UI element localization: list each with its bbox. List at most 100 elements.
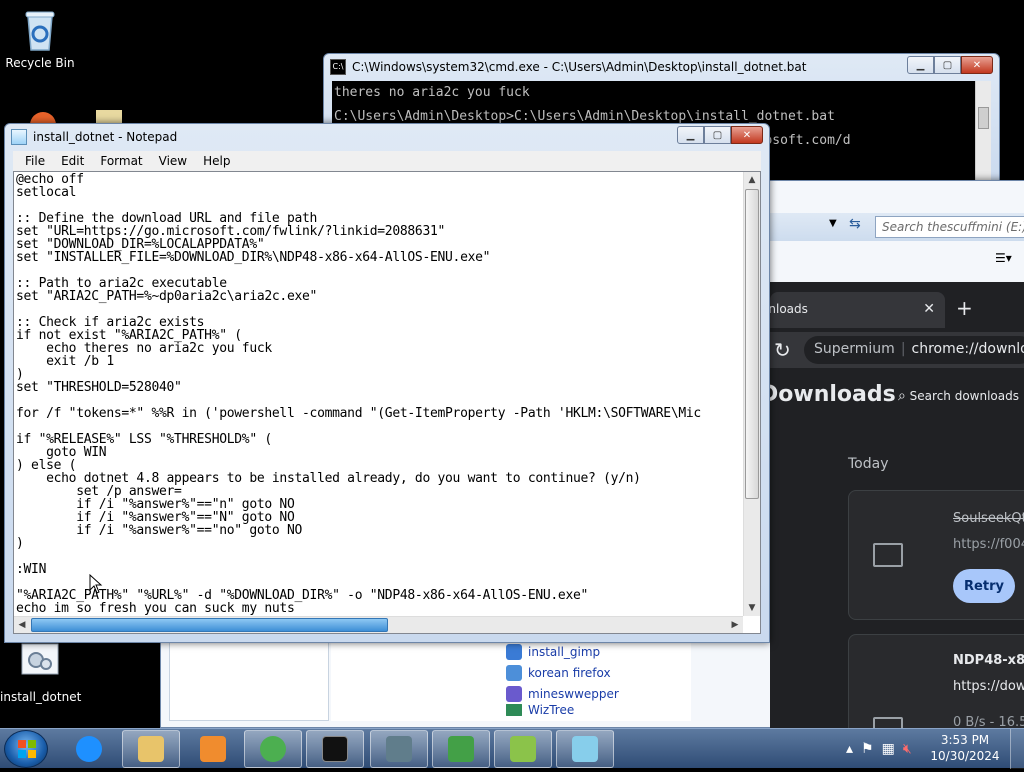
taskbar: ▴ ⚑ ▦ 🔇︎ 3:53 PM 10/30/2024 — [0, 728, 1024, 769]
download-name[interactable]: NDP48-x86- — [953, 653, 1024, 668]
package-installer-icon — [448, 736, 474, 762]
download-item[interactable]: SoulseekQt- https://f004 Retry — [848, 490, 1024, 620]
desktop-icon-label: install_dotnet — [0, 690, 82, 704]
batch-file-icon — [506, 643, 522, 660]
browser-toolbar: ↻ Supermium | chrome://downloads — [770, 332, 1024, 368]
notepad-icon — [572, 736, 598, 762]
desktop-icon-label: Recycle Bin — [5, 56, 75, 70]
download-name[interactable]: SoulseekQt- — [953, 511, 1024, 526]
vertical-scrollbar[interactable]: ▲ ▼ — [743, 172, 760, 616]
close-button[interactable]: ✕ — [961, 56, 993, 74]
browser-icon — [260, 736, 286, 762]
windows-logo-icon — [18, 740, 36, 758]
menu-format[interactable]: Format — [92, 154, 150, 168]
refresh-icon[interactable]: ⇆ — [849, 216, 861, 232]
network-icon[interactable]: ▦ — [882, 741, 895, 757]
volume-muted-icon[interactable]: 🔇︎ — [903, 741, 912, 757]
batch-file-icon — [506, 685, 522, 702]
scroll-down-arrow-icon[interactable]: ▼ — [744, 600, 760, 616]
notepad-plus-plus-icon — [510, 736, 536, 762]
retry-button[interactable]: Retry — [953, 569, 1015, 603]
menu-view[interactable]: View — [151, 154, 195, 168]
notepad-title: install_dotnet - Notepad — [33, 130, 178, 144]
minimize-button[interactable]: ▁ — [677, 126, 704, 144]
menu-file[interactable]: File — [17, 154, 53, 168]
taskbar-remote-desktop[interactable] — [370, 730, 428, 768]
cmd-title: C:\Windows\system32\cmd.exe - C:\Users\A… — [352, 60, 807, 74]
batch-file-icon — [506, 704, 522, 716]
file-name: WizTree — [528, 704, 575, 716]
desktop-icon-recycle-bin[interactable]: Recycle Bin — [0, 8, 80, 70]
taskbar-command-prompt[interactable] — [306, 730, 364, 768]
file-name: korean firefox — [528, 665, 611, 680]
action-center-flag-icon[interactable]: ⚑ — [861, 741, 874, 757]
vertical-scroll-thumb[interactable] — [745, 189, 759, 499]
editor[interactable]: @echo off setlocal :: Define the downloa… — [13, 171, 761, 634]
dropdown-arrow-icon[interactable]: ▼ — [829, 218, 837, 229]
notepad-titlebar[interactable]: install_dotnet - Notepad — [5, 124, 769, 150]
taskbar-notepad[interactable] — [556, 730, 614, 768]
address-bar[interactable]: Supermium | chrome://downloads — [804, 336, 1024, 364]
reload-icon[interactable]: ↻ — [774, 338, 791, 362]
remote-desktop-icon — [386, 736, 412, 762]
taskbar-supermium-browser[interactable] — [244, 730, 302, 768]
downloads-search[interactable]: ⌕ Search downloads — [898, 388, 1019, 404]
explorer-search-input[interactable]: Search thescuffmini (E:) — [875, 216, 1024, 238]
download-url[interactable]: https://dow — [953, 679, 1024, 694]
file-item[interactable]: install_gimp — [506, 641, 686, 662]
command-prompt-icon — [322, 736, 348, 762]
batch-file-icon — [506, 664, 522, 681]
file-item[interactable]: mineswwepper — [506, 683, 686, 704]
cmd-scrollbar[interactable] — [975, 81, 991, 192]
menu-edit[interactable]: Edit — [53, 154, 92, 168]
maximize-button[interactable]: ▢ — [704, 126, 731, 144]
explorer-file-list: install_gimp korean firefox mineswwepper… — [506, 641, 686, 716]
maximize-button[interactable]: ▢ — [934, 56, 961, 74]
notepad-window[interactable]: install_dotnet - Notepad ▁ ▢ ✕ File Edit… — [4, 123, 770, 643]
taskbar-clock[interactable]: 3:53 PM 10/30/2024 — [930, 732, 1000, 764]
scroll-left-arrow-icon[interactable]: ◀ — [14, 617, 30, 633]
clock-date: 10/30/2024 — [930, 749, 1000, 763]
menu-bar: File Edit Format View Help — [13, 151, 761, 171]
cmd-icon: C:\ — [330, 59, 346, 75]
taskbar-notepad-plus-plus[interactable] — [494, 730, 552, 768]
tab-downloads[interactable]: Downloads ✕ — [742, 292, 945, 328]
omnibox-separator: | — [900, 341, 906, 357]
show-desktop-button[interactable] — [1010, 729, 1024, 769]
close-tab-icon[interactable]: ✕ — [923, 301, 935, 317]
close-button[interactable]: ✕ — [731, 126, 763, 144]
scroll-up-arrow-icon[interactable]: ▲ — [744, 172, 760, 188]
clock-time: 3:53 PM — [940, 733, 990, 747]
cmd-titlebar[interactable]: C:\ C:\Windows\system32\cmd.exe - C:\Use… — [324, 54, 999, 80]
taskbar-package-installer[interactable] — [432, 730, 490, 768]
section-today: Today — [848, 456, 889, 472]
scroll-right-arrow-icon[interactable]: ▶ — [727, 617, 743, 633]
editor-text[interactable]: @echo off setlocal :: Define the downloa… — [16, 173, 742, 615]
file-name: install_gimp — [528, 644, 601, 659]
notepad-icon — [11, 129, 27, 145]
desktop-icon-install-dotnet[interactable]: install_dotnet — [0, 642, 82, 704]
new-tab-button[interactable]: + — [956, 296, 973, 320]
recycle-bin-icon — [20, 8, 60, 52]
omnibox-url: chrome://downloads — [911, 341, 1024, 357]
search-icon: ⌕ — [898, 388, 906, 404]
media-player-icon — [200, 736, 226, 762]
omnibox-host: Supermium — [814, 341, 895, 357]
horizontal-scroll-thumb[interactable] — [31, 618, 388, 632]
view-options-icon[interactable]: ☰▾ — [995, 251, 1012, 265]
taskbar-internet-explorer[interactable] — [60, 730, 118, 768]
taskbar-windows-explorer[interactable] — [122, 730, 180, 768]
file-item[interactable]: korean firefox — [506, 662, 686, 683]
horizontal-scrollbar[interactable]: ◀ ▶ — [14, 616, 743, 633]
folder-icon — [138, 736, 164, 762]
taskbar-media-player[interactable] — [184, 730, 242, 768]
show-hidden-icons-icon[interactable]: ▴ — [846, 741, 853, 757]
mouse-cursor-icon — [89, 574, 103, 594]
batch-file-icon — [20, 642, 60, 686]
start-button[interactable] — [4, 730, 48, 768]
browser-window[interactable]: Downloads ✕ + ↻ Supermium | chrome://downl… — [742, 282, 1024, 744]
menu-help[interactable]: Help — [195, 154, 238, 168]
file-item[interactable]: WizTree — [506, 704, 686, 716]
download-url[interactable]: https://f004 — [953, 537, 1024, 552]
minimize-button[interactable]: ▁ — [907, 56, 934, 74]
